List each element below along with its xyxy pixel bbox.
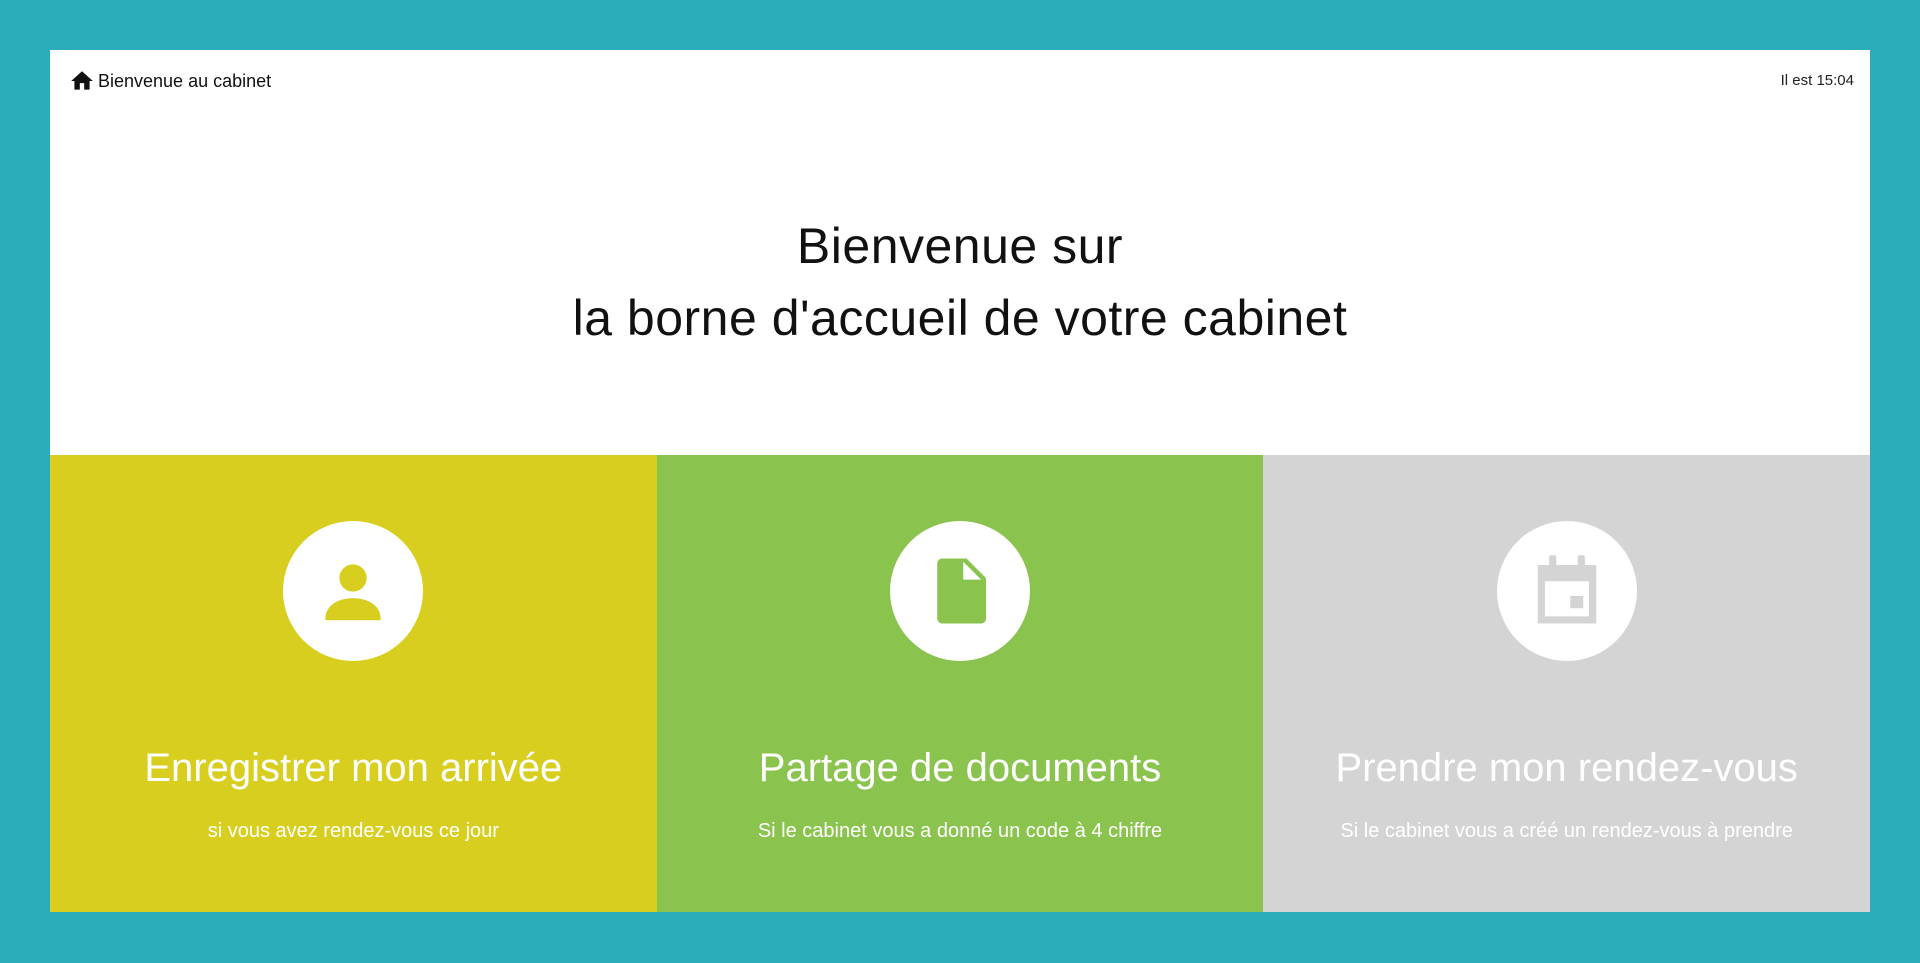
top-bar: Bienvenue au cabinet Il est 15:04: [50, 50, 1870, 110]
welcome-heading-line-1: Bienvenue sur: [796, 218, 1124, 274]
appointment-title: Prendre mon rendez-vous: [1335, 746, 1798, 790]
appointment-subtitle: Si le cabinet vous a créé un rendez-vous…: [1340, 820, 1793, 842]
home-link[interactable]: Bienvenue au cabinet: [69, 68, 271, 94]
welcome-heading: Bienvenue sur la borne d'accueil de votr…: [50, 210, 1870, 354]
documents-card[interactable]: Partage de documents Si le cabinet vous …: [656, 455, 1264, 912]
kiosk-panel: Bienvenue au cabinet Il est 15:04 Bienve…: [50, 50, 1870, 912]
home-label: Bienvenue au cabinet: [98, 70, 272, 91]
documents-title: Partage de documents: [758, 746, 1162, 790]
appointment-card[interactable]: Prendre mon rendez-vous Si le cabinet vo…: [1263, 455, 1870, 912]
current-time: Il est 15:04: [1780, 72, 1854, 89]
documents-subtitle: Si le cabinet vous a donné un code à 4 c…: [757, 820, 1163, 842]
home-icon: [69, 68, 95, 94]
action-cards: Enregistrer mon arrivée si vous avez ren…: [50, 455, 1870, 912]
checkin-subtitle: si vous avez rendez-vous ce jour: [207, 820, 499, 842]
person-icon: [283, 521, 424, 661]
checkin-card[interactable]: Enregistrer mon arrivée si vous avez ren…: [50, 455, 657, 912]
checkin-title: Enregistrer mon arrivée: [144, 746, 563, 790]
welcome-heading-line-2: la borne d'accueil de votre cabinet: [572, 290, 1348, 346]
document-icon: [890, 521, 1030, 661]
calendar-icon: [1496, 521, 1637, 661]
